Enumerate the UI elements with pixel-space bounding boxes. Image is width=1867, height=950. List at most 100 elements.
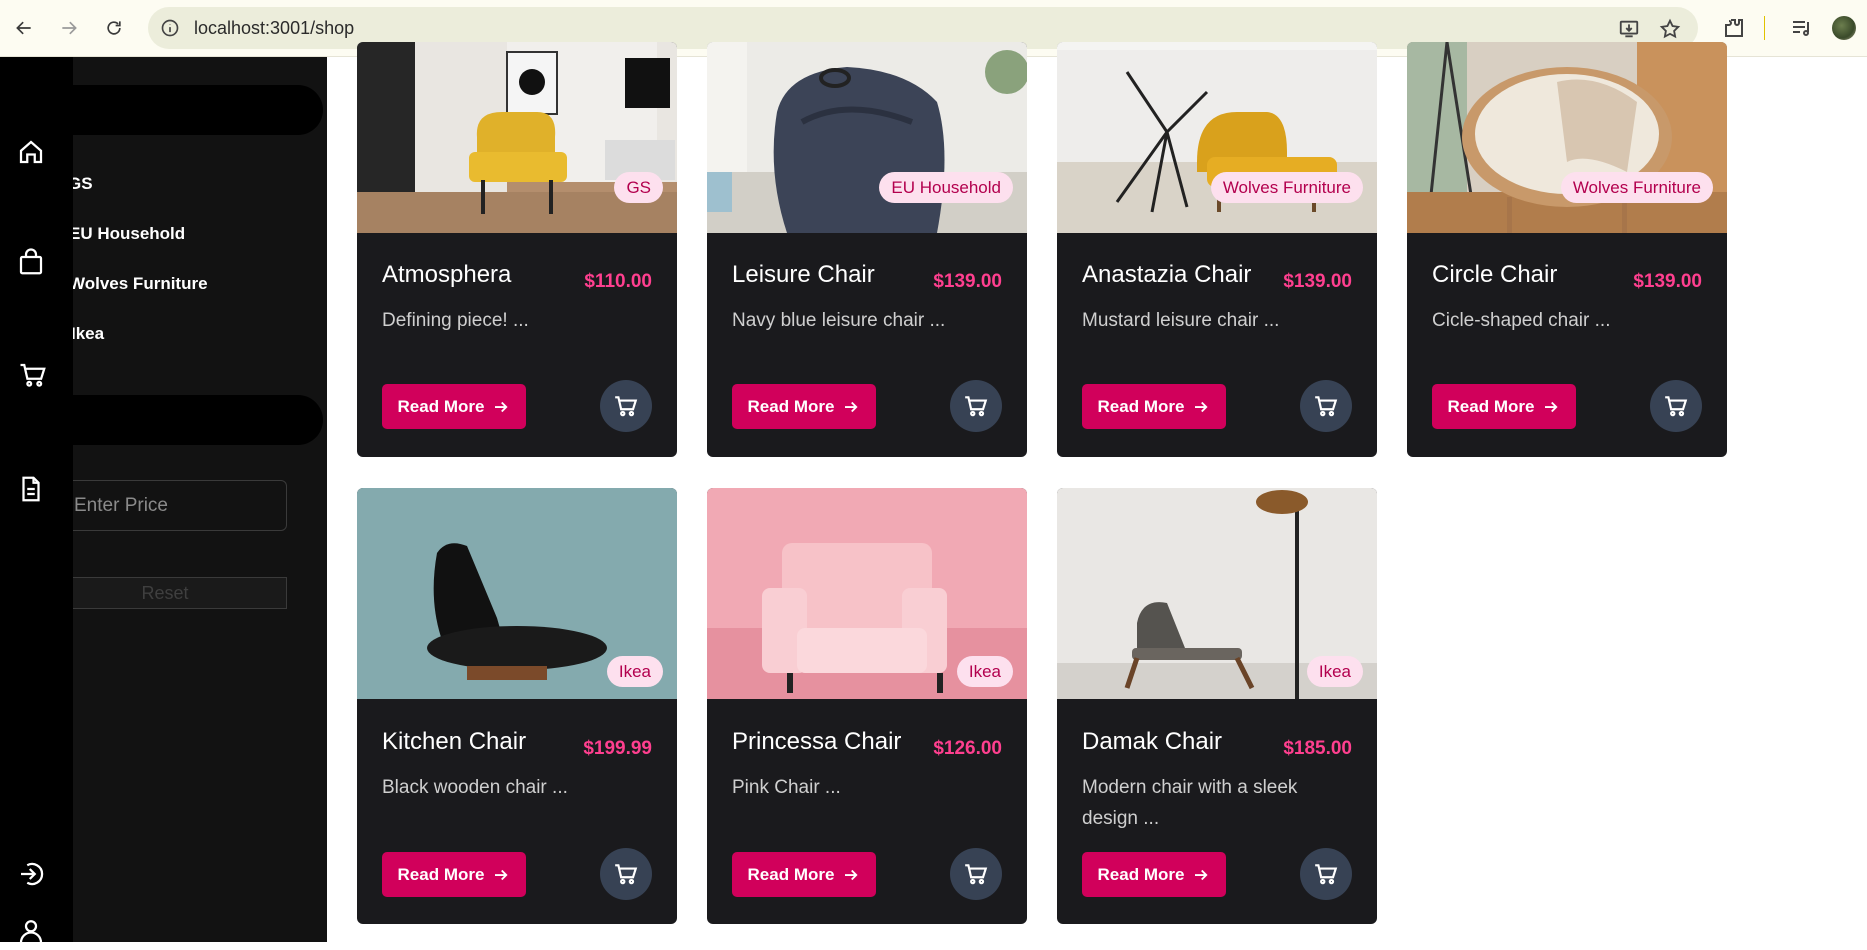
cart-icon [965, 396, 988, 417]
add-to-cart-button[interactable] [1300, 380, 1352, 432]
brand-filter-eu-household[interactable]: EU Household [73, 224, 185, 244]
add-to-cart-button[interactable] [950, 380, 1002, 432]
add-to-cart-button[interactable] [1650, 380, 1702, 432]
back-arrow-icon[interactable] [10, 14, 38, 42]
product-description: Modern chair with a sleek design ... [1082, 777, 1298, 829]
brand-badge: GS [614, 172, 663, 203]
product-image[interactable] [1057, 42, 1377, 233]
product-title: Kitchen Chair [382, 728, 527, 755]
product-image[interactable] [1407, 42, 1727, 233]
arrow-right-icon [1545, 401, 1559, 412]
read-more-label: Read More [747, 864, 835, 884]
cart-icon [965, 864, 988, 885]
product-description: Black wooden chair ... [382, 777, 568, 798]
arrow-right-icon [1195, 869, 1209, 880]
filter-sidebar: GS EU Household Wolves Furniture Ikea Re… [73, 57, 327, 942]
product-description: Navy blue leisure chair ... [732, 310, 946, 331]
brand-badge: EU Household [879, 172, 1013, 203]
brand-badge: Ikea [956, 656, 1013, 687]
shopping-bag-icon[interactable] [16, 247, 46, 277]
price-filter-header[interactable] [73, 395, 323, 445]
read-more-label: Read More [397, 396, 485, 416]
product-description: Mustard leisure chair ... [1082, 310, 1280, 331]
brand-filter-gs[interactable]: GS [73, 174, 93, 194]
product-price: $110.00 [584, 271, 652, 292]
product-card: GS Atmosphera $110.00 Defining piece! ..… [357, 42, 677, 457]
arrow-right-icon [495, 869, 509, 880]
reload-icon[interactable] [100, 14, 128, 42]
toolbar-divider [1764, 16, 1765, 40]
product-price: $139.00 [1633, 271, 1702, 292]
product-title: Anastazia Chair [1082, 261, 1252, 288]
product-card: Ikea Kitchen Chair $199.99 Black wooden … [357, 488, 677, 924]
arrow-right-icon [845, 869, 859, 880]
brand-filter-header[interactable] [73, 85, 323, 135]
read-more-button[interactable]: Read More [1082, 384, 1226, 429]
cart-icon [615, 864, 638, 885]
product-description: Defining piece! ... [382, 310, 529, 331]
product-image[interactable] [357, 42, 677, 233]
read-more-label: Read More [1097, 396, 1185, 416]
brand-badge: Ikea [606, 656, 663, 687]
brand-filter-ikea[interactable]: Ikea [73, 324, 104, 344]
logout-icon[interactable] [16, 859, 46, 889]
read-more-button[interactable]: Read More [732, 852, 876, 897]
cart-icon[interactable] [18, 360, 48, 390]
read-more-button[interactable]: Read More [1082, 852, 1226, 897]
cart-icon [615, 396, 638, 417]
home-icon[interactable] [16, 137, 46, 167]
brand-badge: Wolves Furniture [1560, 172, 1713, 203]
product-card: Wolves Furniture Anastazia Chair $139.00… [1057, 42, 1377, 457]
cart-icon [1665, 396, 1688, 417]
read-more-button[interactable]: Read More [732, 384, 876, 429]
add-to-cart-button[interactable] [1300, 848, 1352, 900]
product-title: Leisure Chair [732, 261, 875, 288]
brand-badge: Wolves Furniture [1210, 172, 1363, 203]
product-title: Damak Chair [1082, 728, 1223, 755]
cart-icon [1315, 864, 1338, 885]
product-price: $139.00 [933, 271, 1002, 292]
reset-button[interactable]: Reset [73, 577, 287, 609]
bookmark-star-icon[interactable] [1659, 18, 1681, 40]
product-price: $185.00 [1283, 738, 1352, 759]
arrow-right-icon [495, 401, 509, 412]
read-more-label: Read More [747, 396, 835, 416]
product-price: $139.00 [1283, 271, 1352, 292]
url-text[interactable]: localhost:3001/shop [194, 18, 354, 39]
read-more-button[interactable]: Read More [1432, 384, 1576, 429]
read-more-label: Read More [1097, 864, 1185, 884]
product-card: EU Household Leisure Chair $139.00 Navy … [707, 42, 1027, 457]
product-description: Cicle-shaped chair ... [1432, 310, 1611, 331]
read-more-button[interactable]: Read More [382, 384, 526, 429]
product-title: Circle Chair [1432, 261, 1558, 288]
product-card: Ikea Princessa Chair $126.00 Pink Chair … [707, 488, 1027, 924]
user-icon[interactable] [16, 915, 46, 945]
add-to-cart-button[interactable] [600, 848, 652, 900]
install-app-icon[interactable] [1618, 18, 1640, 40]
product-card: Ikea Damak Chair $185.00 Modern chair wi… [1057, 488, 1377, 924]
product-title: Princessa Chair [732, 728, 902, 755]
add-to-cart-button[interactable] [950, 848, 1002, 900]
product-price: $126.00 [933, 738, 1002, 759]
document-icon[interactable] [16, 474, 46, 504]
cart-icon [1315, 396, 1338, 417]
site-info-icon[interactable] [160, 18, 180, 38]
product-card: Wolves Furniture Circle Chair $139.00 Ci… [1407, 42, 1727, 457]
product-image[interactable] [707, 42, 1027, 233]
product-description: Pink Chair ... [732, 777, 841, 798]
read-more-button[interactable]: Read More [382, 852, 526, 897]
media-control-icon[interactable] [1790, 16, 1814, 40]
price-input[interactable] [73, 480, 287, 531]
brand-filter-wolves-furniture[interactable]: Wolves Furniture [73, 274, 208, 294]
read-more-label: Read More [397, 864, 485, 884]
read-more-label: Read More [1447, 396, 1535, 416]
arrow-right-icon [845, 401, 859, 412]
arrow-right-icon [1195, 401, 1209, 412]
icon-sidebar [0, 57, 73, 945]
product-title: Atmosphera [382, 261, 512, 288]
profile-avatar[interactable] [1832, 16, 1856, 40]
add-to-cart-button[interactable] [600, 380, 652, 432]
extensions-icon[interactable] [1722, 16, 1746, 40]
forward-arrow-icon[interactable] [55, 14, 83, 42]
product-price: $199.99 [583, 738, 652, 759]
